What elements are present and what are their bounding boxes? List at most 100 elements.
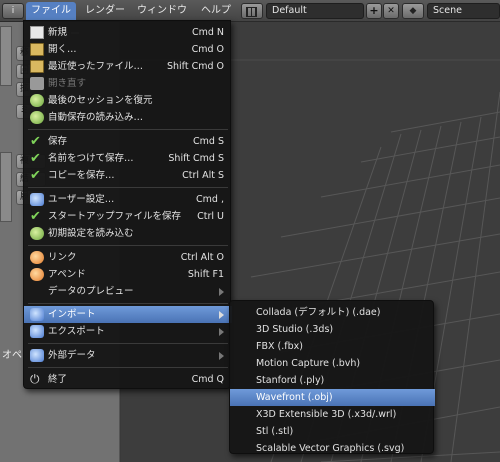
menu-item-external-data[interactable]: 外部データ [24, 347, 232, 364]
shelf-tab[interactable] [0, 26, 12, 86]
menu-item-shortcut: Cmd O [191, 44, 224, 55]
shelf-tab[interactable] [0, 152, 12, 222]
menu-item-label: 名前をつけて保存… [48, 153, 134, 164]
import-icon [30, 308, 44, 321]
menu-item-label: データのプレビュー [48, 286, 134, 297]
menu-item-label: エクスポート [48, 326, 105, 337]
new-file-icon [30, 26, 44, 39]
scene-icon[interactable]: ◆ [402, 3, 424, 19]
import-x3d[interactable]: X3D Extensible 3D (.x3d/.wrl) [230, 406, 435, 423]
menu-item-label: アペンド [48, 269, 86, 280]
export-icon [30, 325, 44, 338]
link-icon [30, 251, 44, 264]
menu-separator [28, 187, 228, 188]
menu-item-label: 新規 [48, 27, 68, 38]
menu-item-label: 保存 [48, 136, 68, 147]
power-icon: ⏻ [30, 372, 40, 386]
menu-item-label: ユーザー設定… [48, 194, 115, 205]
import-stl[interactable]: Stl (.stl) [230, 423, 435, 440]
menu-item-label: FBX (.fbx) [256, 341, 303, 352]
menu-item-append[interactable]: アペンド Shift F1 [24, 266, 232, 283]
operator-panel-label[interactable]: オペ [2, 346, 22, 361]
append-icon [30, 268, 44, 281]
import-ply[interactable]: Stanford (.ply) [230, 372, 435, 389]
menu-item-revert: 開き直す [24, 75, 232, 92]
menu-item-label: 3D Studio (.3ds) [256, 324, 334, 335]
menu-separator [28, 343, 228, 344]
menu-item-shortcut: Shift Cmd O [166, 61, 224, 72]
recover-auto-icon [30, 111, 44, 124]
save-copy-check-icon: ✔ [30, 168, 41, 183]
menu-item-label: 外部データ [48, 350, 96, 361]
menu-item-quit[interactable]: ⏻ 終了 Cmd Q [24, 371, 232, 388]
import-obj[interactable]: Wavefront (.obj) [230, 389, 435, 406]
top-header: i ファイル レンダー ウィンドウ ヘルプ Default + ✕ ◆ Scen… [0, 0, 500, 22]
preferences-icon [30, 193, 44, 206]
submenu-arrow-icon [219, 288, 224, 296]
menu-item-label: 自動保存の読み込み… [48, 112, 144, 123]
menu-item-shortcut: Ctrl U [197, 211, 224, 222]
menu-item-shortcut: Ctrl Alt S [182, 170, 224, 181]
menu-item-recover-auto[interactable]: 自動保存の読み込み… [24, 109, 232, 126]
save-check-icon: ✔ [30, 134, 41, 149]
menu-item-shortcut: Cmd , [196, 194, 224, 205]
menu-item-shortcut: Cmd Q [191, 374, 224, 385]
menu-file[interactable]: ファイル [26, 2, 76, 20]
menu-item-shortcut: Shift F1 [187, 269, 224, 280]
recent-files-icon [30, 60, 44, 73]
menu-help[interactable]: ヘルプ [196, 2, 236, 20]
menu-item-shortcut: Shift Cmd S [168, 153, 224, 164]
revert-icon [30, 77, 44, 90]
scene-field[interactable]: Scene [427, 3, 500, 19]
menu-item-preferences[interactable]: ユーザー設定… Cmd , [24, 191, 232, 208]
menu-item-label: スタートアップファイルを保存 [48, 211, 182, 222]
add-layout-button[interactable]: + [366, 3, 382, 19]
remove-layout-button[interactable]: ✕ [383, 3, 399, 19]
screen-layout-field[interactable]: Default [266, 3, 364, 19]
save-as-check-icon: ✔ [30, 151, 41, 166]
recover-session-icon [30, 94, 44, 107]
menu-item-open-recent[interactable]: 最近使ったファイル… Shift Cmd O [24, 58, 232, 75]
menu-item-label: Collada (デフォルト) (.dae) [256, 307, 381, 318]
menu-item-label: 開き直す [48, 78, 87, 89]
menu-item-label: コピーを保存… [48, 170, 115, 181]
menu-item-save-as[interactable]: ✔ 名前をつけて保存… Shift Cmd S [24, 150, 232, 167]
submenu-arrow-icon [219, 328, 224, 336]
menu-item-save[interactable]: ✔ 保存 Cmd S [24, 133, 232, 150]
menu-item-open[interactable]: 開く… Cmd O [24, 41, 232, 58]
menu-window[interactable]: ウィンドウ [132, 2, 192, 20]
menu-item-recover-last[interactable]: 最後のセッションを復元 [24, 92, 232, 109]
menu-item-label: リンク [48, 252, 77, 263]
menu-item-label: X3D Extensible 3D (.x3d/.wrl) [256, 409, 397, 420]
menu-item-label: Motion Capture (.bvh) [256, 358, 361, 369]
menu-render[interactable]: レンダー [80, 2, 130, 20]
menu-separator [28, 129, 228, 130]
menu-item-link[interactable]: リンク Ctrl Alt O [24, 249, 232, 266]
menu-item-label: Stl (.stl) [256, 426, 294, 437]
menu-item-label: Stanford (.ply) [256, 375, 325, 386]
editor-type-button[interactable]: i [2, 3, 24, 19]
import-bvh[interactable]: Motion Capture (.bvh) [230, 355, 435, 372]
menu-item-data-previews[interactable]: データのプレビュー [24, 283, 232, 300]
menu-item-label: 開く… [48, 44, 77, 55]
menu-item-save-copy[interactable]: ✔ コピーを保存… Ctrl Alt S [24, 167, 232, 184]
menu-item-export[interactable]: エクスポート [24, 323, 232, 340]
menu-separator [28, 303, 228, 304]
submenu-arrow-icon [219, 311, 224, 319]
import-submenu: Collada (デフォルト) (.dae) 3D Studio (.3ds) … [229, 300, 435, 457]
external-data-icon [30, 349, 44, 362]
import-3ds[interactable]: 3D Studio (.3ds) [230, 321, 435, 338]
screen-layout-icon[interactable] [241, 3, 263, 19]
save-startup-icon: ✔ [30, 209, 41, 224]
menu-item-shortcut: Ctrl Alt O [180, 252, 224, 263]
menu-item-import[interactable]: インポート [24, 306, 232, 323]
menu-item-shortcut: Cmd N [191, 27, 224, 38]
import-collada[interactable]: Collada (デフォルト) (.dae) [230, 304, 435, 321]
import-fbx[interactable]: FBX (.fbx) [230, 338, 435, 355]
submenu-arrow-icon [219, 352, 224, 360]
load-factory-icon [30, 227, 44, 240]
menu-item-new[interactable]: 新規 Cmd N [24, 24, 232, 41]
menu-item-save-startup[interactable]: ✔ スタートアップファイルを保存 Ctrl U [24, 208, 232, 225]
menu-item-load-factory[interactable]: 初期設定を読み込む [24, 225, 232, 242]
import-svg[interactable]: Scalable Vector Graphics (.svg) [230, 440, 435, 457]
